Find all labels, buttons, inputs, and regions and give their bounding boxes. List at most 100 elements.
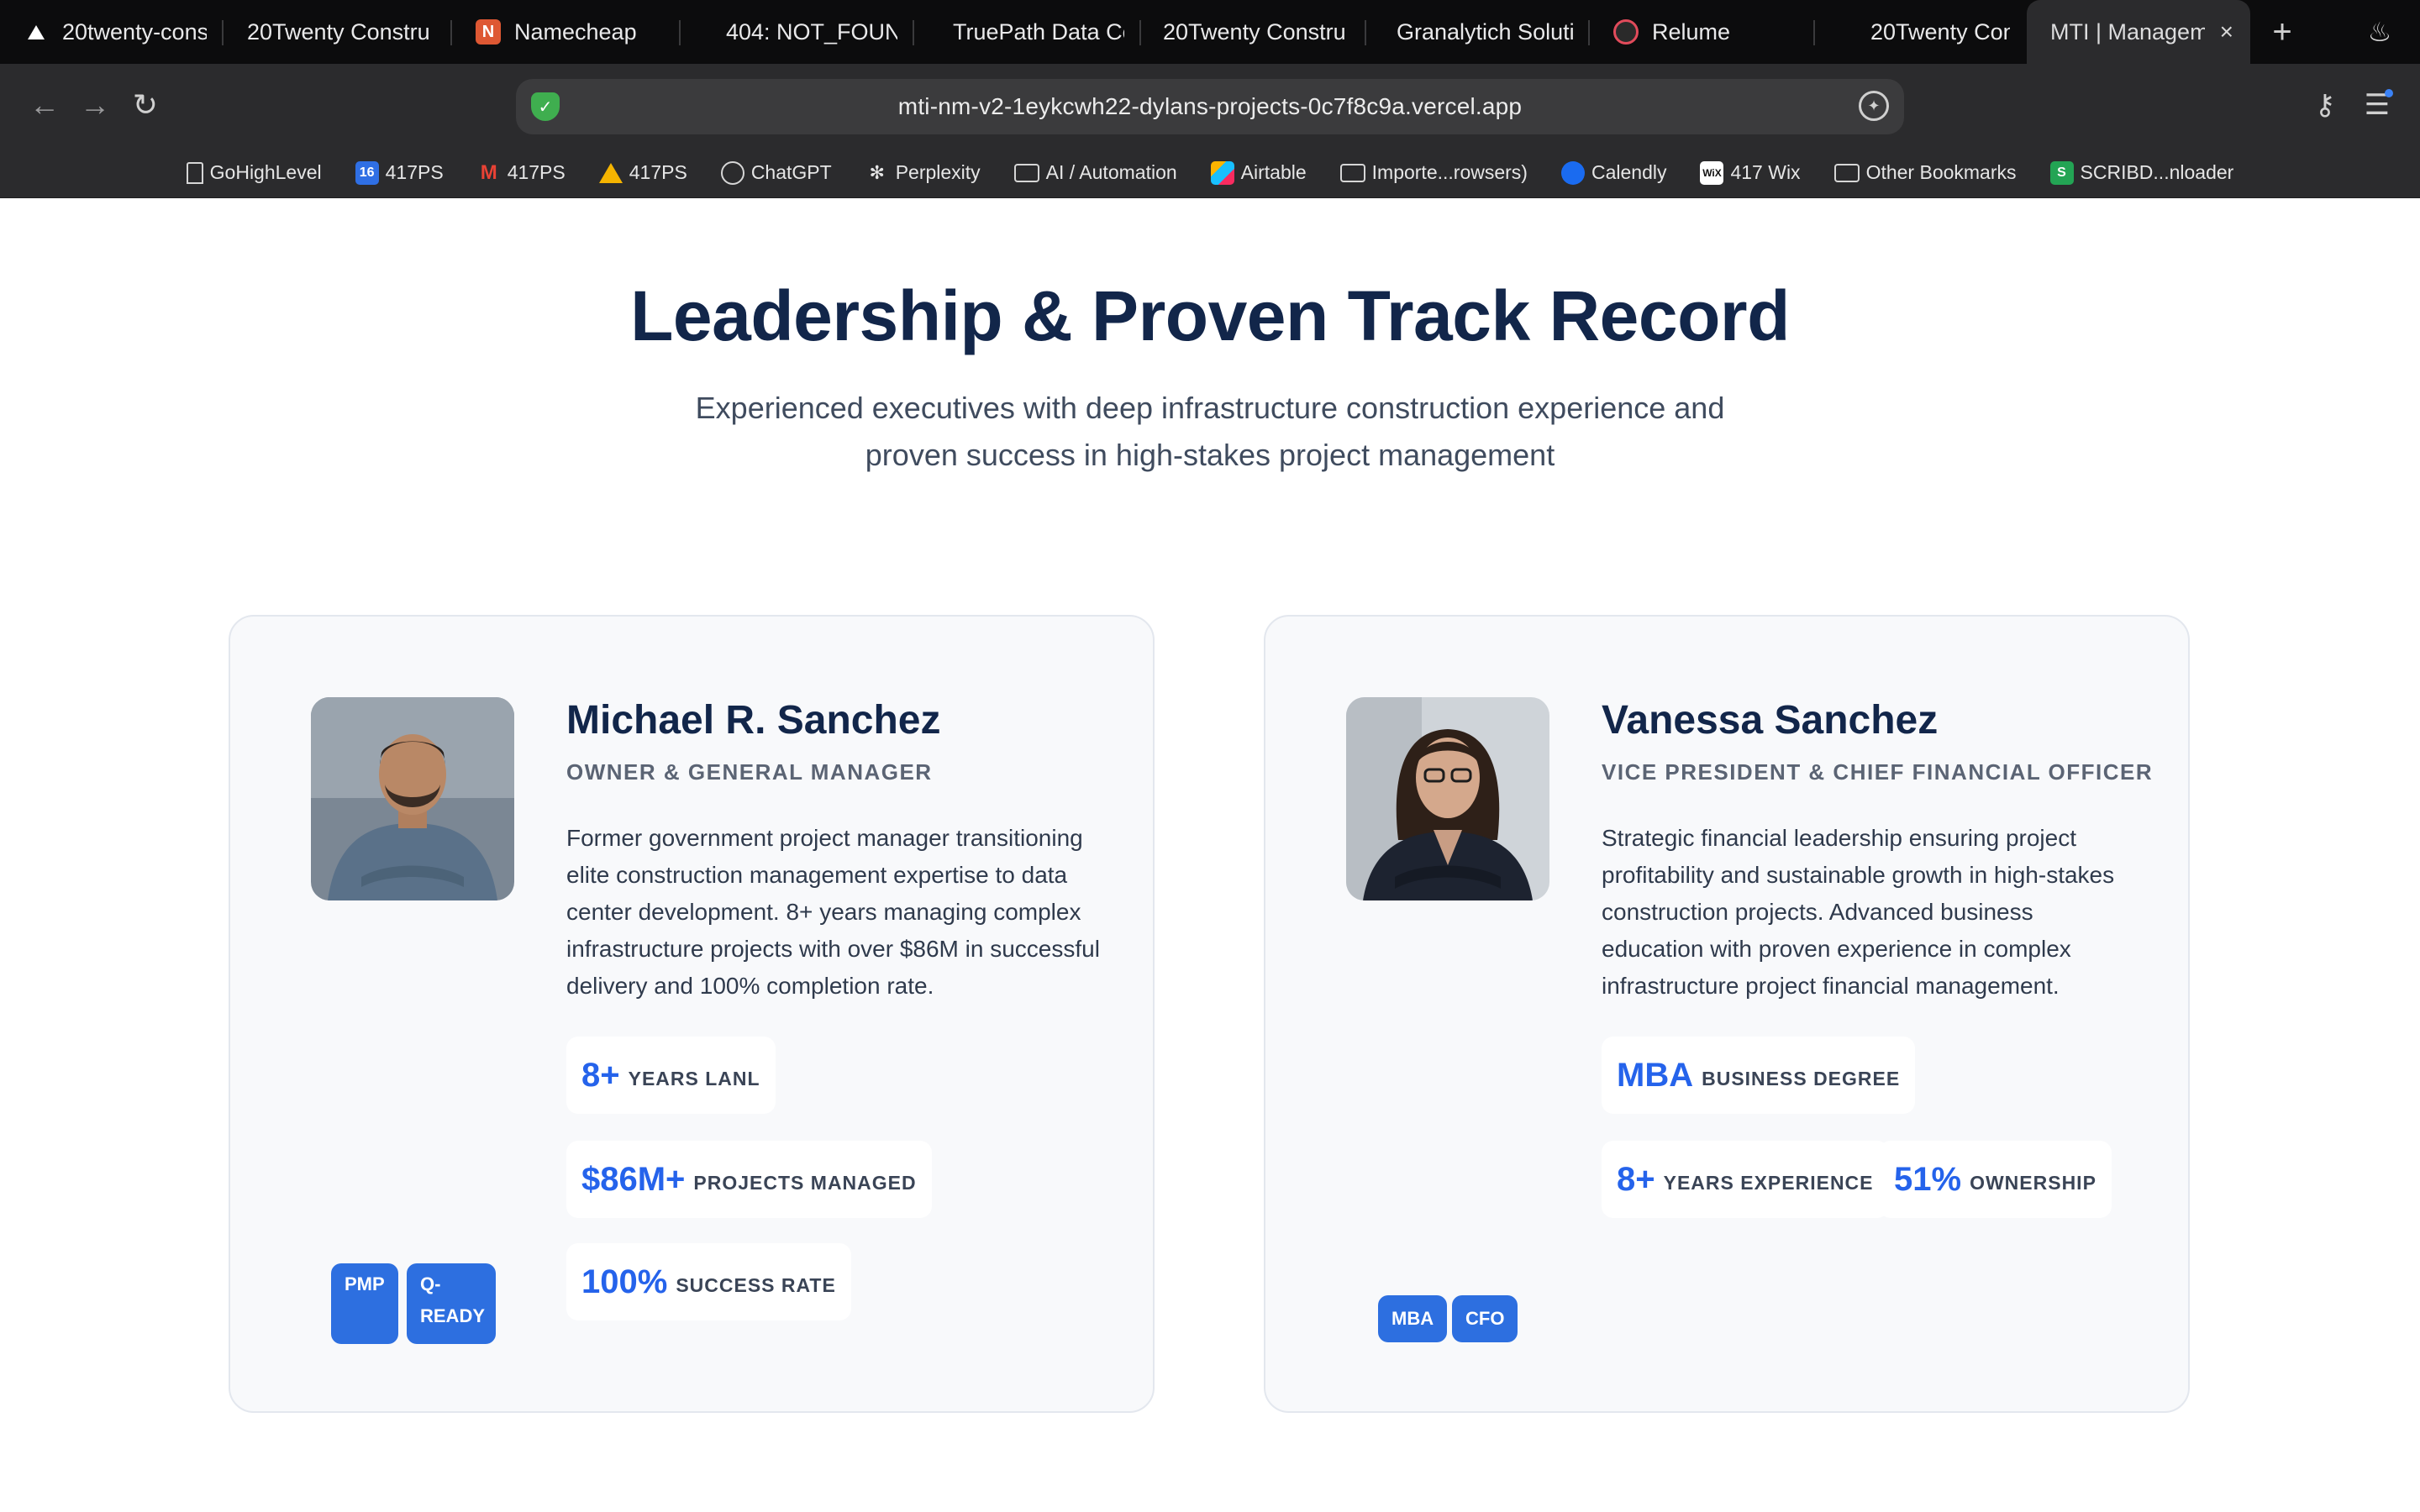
key-icon[interactable]: ⚷ <box>2306 86 2344 124</box>
leader-role: Vice President & Chief Financial Officer <box>1602 759 2154 785</box>
url-text[interactable]: mti-nm-v2-1eykcwh22-dylans-projects-0c7f… <box>898 93 1522 120</box>
browser-tab[interactable]: Granalytich Solutio <box>1366 0 1590 64</box>
leader-bio: Former government project manager transi… <box>566 825 1100 999</box>
bookmark-417ps-gmail[interactable]: M 417PS <box>460 161 582 185</box>
tab-title: 20Twenty Constru <box>1870 18 2010 45</box>
bookmark-label: Perplexity <box>895 161 981 183</box>
leader-name: Michael R. Sanchez <box>566 698 941 743</box>
stat-label: Years Experience <box>1663 1171 1874 1194</box>
fire-icon[interactable]: ♨ <box>2363 15 2396 49</box>
stat-label: Ownership <box>1970 1171 2096 1194</box>
stat-label: Projects Managed <box>693 1171 917 1194</box>
folder-icon <box>1833 163 1860 182</box>
bookmark-label: Airtable <box>1240 161 1307 183</box>
tab-title: Granalytich Solutio <box>1397 18 1573 45</box>
perplexity-icon: ✻ <box>869 161 885 183</box>
bookmark-folder-ai-automation[interactable]: AI / Automation <box>997 161 1194 184</box>
close-icon[interactable]: × <box>2220 18 2233 45</box>
page-content: Leadership & Proven Track Record Experie… <box>0 198 2420 1512</box>
reload-icon[interactable]: ↻ <box>126 86 165 124</box>
ai-assistant-icon[interactable]: ✦ <box>1859 91 1889 121</box>
stat-value: MBA <box>1617 1056 1694 1094</box>
stat-chip: 100% Success Rate <box>566 1243 851 1320</box>
bookmark-label: 417 Wix <box>1730 161 1801 183</box>
forward-arrow-icon[interactable]: → <box>76 86 114 124</box>
credential-badge: Q-READY <box>407 1263 496 1344</box>
shield-icon: ✓ <box>531 92 560 121</box>
bookmark-417ps-drive[interactable]: 417PS <box>582 161 704 184</box>
bookmark-gohighlevel[interactable]: GoHighLevel <box>170 161 339 184</box>
bookmarks-bar: GoHighLevel 16 417PS M 417PS 417PS ChatG… <box>0 148 2420 198</box>
leader-bio: Strategic financial leadership ensuring … <box>1602 825 2115 999</box>
credential-badge: CFO <box>1452 1295 1518 1342</box>
portrait-image <box>311 697 514 900</box>
stat-value: 51% <box>1894 1160 1962 1198</box>
section-title: Leadership & Proven Track Record <box>630 276 1790 355</box>
bookmark-label: 417PS <box>507 161 566 183</box>
folder-icon <box>1013 163 1039 182</box>
bookmark-label: GoHighLevel <box>209 161 322 183</box>
bookmark-label: Calendly <box>1591 161 1667 183</box>
gmail-icon: M <box>480 160 497 184</box>
menu-icon[interactable]: ☰ <box>2358 86 2396 124</box>
browser-tab[interactable]: N Namecheap <box>452 0 681 64</box>
leader-role: Owner & General Manager <box>566 759 933 785</box>
stat-chip: 8+ Years LANL <box>566 1037 776 1114</box>
leader-photo <box>311 697 514 900</box>
bookmark-calendly[interactable]: Calendly <box>1544 160 1684 185</box>
address-bar[interactable]: ✓ mti-nm-v2-1eykcwh22-dylans-projects-0c… <box>516 79 1904 134</box>
browser-tab[interactable]: Relume <box>1590 0 1815 64</box>
browser-tab[interactable]: TruePath Data Cer <box>914 0 1141 64</box>
folder-icon <box>1339 163 1365 182</box>
bookmark-label: Importe...rowsers) <box>1371 161 1528 183</box>
bookmark-scribd[interactable]: S SCRIBD...nloader <box>2033 160 2251 185</box>
bookmark-folder-imported[interactable]: Importe...rowsers) <box>1323 161 1544 184</box>
leader-name: Vanessa Sanchez <box>1602 698 1939 743</box>
tab-title: 404: NOT_FOUND <box>726 18 897 45</box>
section-subtitle: Experienced executives with deep infrast… <box>695 391 1725 472</box>
tab-title: Relume <box>1652 18 1731 45</box>
stat-value: 8+ <box>581 1056 620 1094</box>
stat-chip: $86M+ Projects Managed <box>566 1141 932 1218</box>
bookmark-label: SCRIBD...nloader <box>2080 161 2234 183</box>
calendar-icon: 16 <box>355 160 379 185</box>
relume-icon <box>1613 19 1639 45</box>
bookmark-airtable[interactable]: Airtable <box>1194 160 1323 185</box>
bookmark-417ps-calendar[interactable]: 16 417PS <box>339 160 460 185</box>
stat-value: 8+ <box>1617 1160 1655 1198</box>
stat-chip: MBA Business Degree <box>1602 1037 1916 1114</box>
tab-title: TruePath Data Cer <box>953 18 1124 45</box>
bookmark-perplexity[interactable]: ✻ Perplexity <box>849 161 997 185</box>
tab-title: 20Twenty Constru <box>1163 18 1346 45</box>
bookmark-label: 417PS <box>385 161 444 183</box>
browser-tab[interactable]: 20Twenty Constru <box>1815 0 2027 64</box>
stat-label: Success Rate <box>676 1273 836 1296</box>
browser-tab[interactable]: 20Twenty Constru <box>1141 0 1366 64</box>
browser-tab[interactable]: 20Twenty Constru <box>224 0 452 64</box>
tab-title: 20Twenty Constru <box>247 18 430 45</box>
credential-badge: MBA <box>1378 1295 1448 1342</box>
stat-label: Years LANL <box>628 1067 760 1089</box>
notification-dot <box>2385 89 2393 97</box>
browser-toolbar: ← → ↻ ✓ mti-nm-v2-1eykcwh22-dylans-proje… <box>0 64 2420 148</box>
drive-icon <box>598 162 623 183</box>
calendly-icon <box>1560 160 1585 185</box>
bookmark-folder-other[interactable]: Other Bookmarks <box>1818 161 2033 184</box>
browser-tab[interactable]: 20twenty-cons <box>0 0 224 64</box>
tab-title: MTI | Managem <box>2050 18 2205 45</box>
tab-strip: 20twenty-cons 20Twenty Constru N Nameche… <box>0 0 2420 64</box>
browser-tab[interactable]: 404: NOT_FOUND <box>681 0 914 64</box>
stat-chip: 51% Ownership <box>1879 1141 2112 1218</box>
stat-label: Business Degree <box>1702 1067 1901 1089</box>
back-arrow-icon[interactable]: ← <box>25 86 64 124</box>
bookmark-chatgpt[interactable]: ChatGPT <box>704 160 849 185</box>
wix-icon: WiX <box>1700 160 1724 185</box>
bookmark-label: 417PS <box>629 161 687 183</box>
new-tab-button[interactable]: + <box>2250 0 2314 64</box>
leader-card: Michael R. Sanchez Owner & General Manag… <box>229 615 1155 1413</box>
bookmark-417-wix[interactable]: WiX 417 Wix <box>1683 160 1817 185</box>
browser-tab-active[interactable]: MTI | Managem × <box>2027 0 2250 64</box>
chatgpt-icon <box>720 160 744 185</box>
scribd-icon: S <box>2049 160 2074 185</box>
tab-title: Namecheap <box>514 18 637 45</box>
